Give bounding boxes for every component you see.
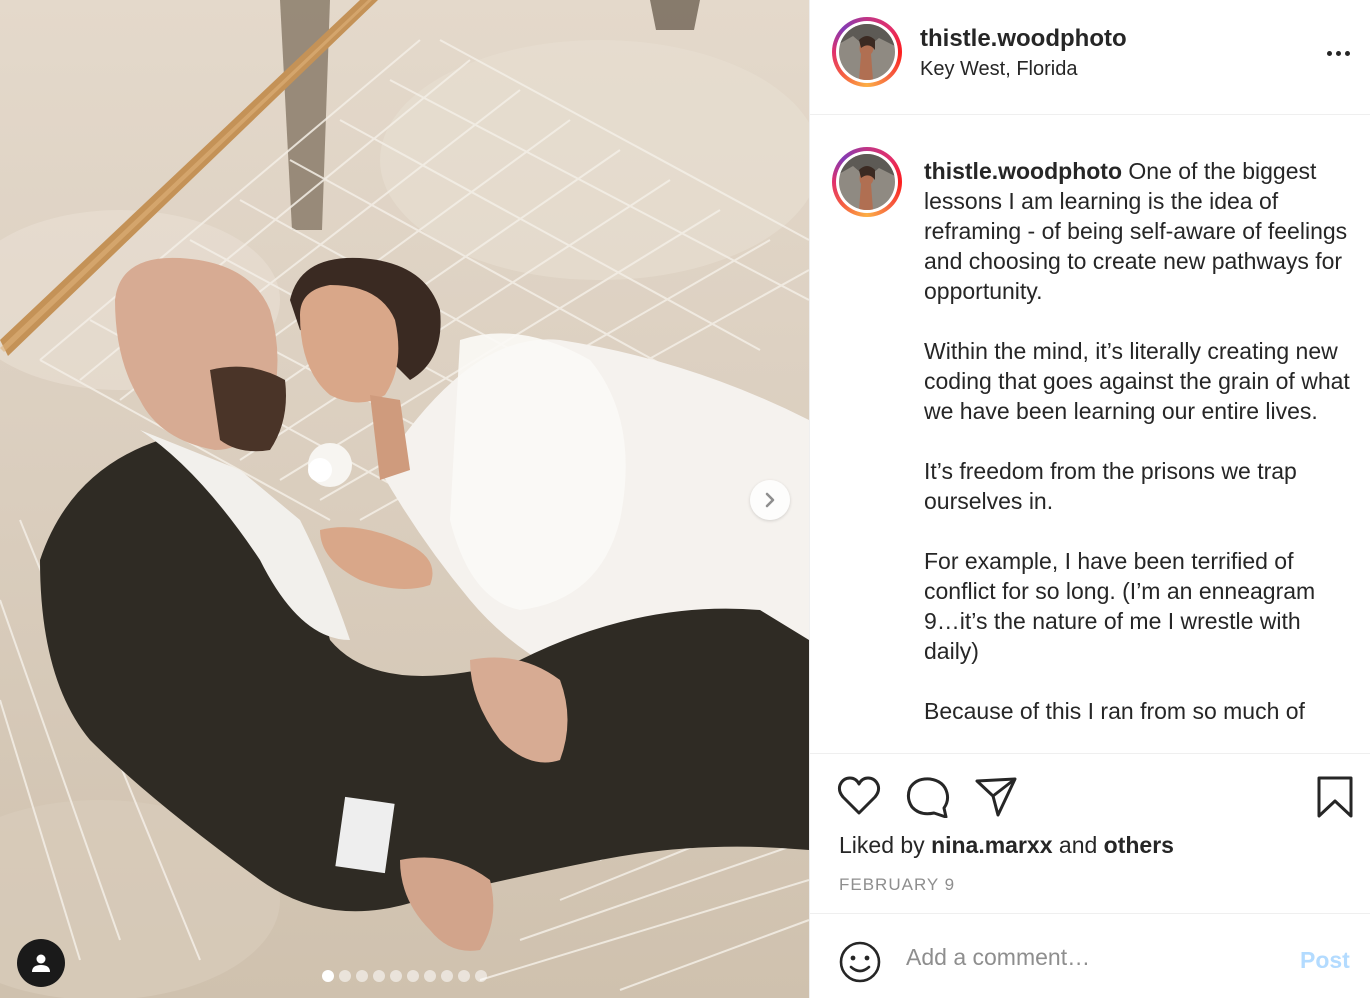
caption-paragraph: For example, I have been terrified of co… bbox=[924, 548, 1316, 664]
carousel-dot bbox=[390, 970, 402, 982]
caption-paragraph: Within the mind, it’s literally creating… bbox=[924, 338, 1350, 424]
comment-input[interactable] bbox=[906, 940, 1286, 974]
caption-avatar[interactable] bbox=[832, 147, 902, 217]
likes-prefix: Liked by bbox=[839, 832, 925, 858]
user-tag-icon bbox=[32, 954, 50, 972]
post-date[interactable]: FEBRUARY 9 bbox=[839, 875, 955, 895]
emoji-button[interactable] bbox=[838, 940, 882, 989]
next-slide-button[interactable] bbox=[750, 480, 790, 520]
carousel-dot bbox=[441, 970, 453, 982]
carousel-dot bbox=[373, 970, 385, 982]
user-tags-button[interactable] bbox=[17, 939, 65, 987]
photo-scene bbox=[0, 0, 809, 998]
save-button[interactable] bbox=[1316, 775, 1354, 824]
carousel-dot bbox=[322, 970, 334, 982]
profile-avatar[interactable] bbox=[832, 17, 902, 87]
liked-by-user-link[interactable]: nina.marxx bbox=[931, 832, 1052, 858]
comment-icon bbox=[906, 777, 950, 819]
caption-username[interactable]: thistle.woodphoto bbox=[924, 158, 1122, 184]
carousel-dot bbox=[424, 970, 436, 982]
chevron-right-icon bbox=[765, 492, 775, 508]
carousel-dot bbox=[458, 970, 470, 982]
carousel-dot bbox=[339, 970, 351, 982]
caption-scroll-area[interactable]: thistle.woodphoto One of the biggest les… bbox=[810, 116, 1370, 753]
carousel-dot bbox=[475, 970, 487, 982]
caption-paragraph: thistle.woodphoto One of the biggest les… bbox=[924, 156, 1356, 306]
like-button[interactable] bbox=[837, 776, 881, 821]
avatar-image bbox=[839, 154, 895, 210]
more-options-icon[interactable] bbox=[1320, 40, 1356, 66]
carousel-dot bbox=[407, 970, 419, 982]
carousel-indicator bbox=[322, 970, 487, 982]
header-location[interactable]: Key West, Florida bbox=[920, 58, 1077, 81]
comment-button[interactable] bbox=[906, 776, 950, 823]
share-icon bbox=[975, 777, 1017, 817]
post-sidebar: thistle.woodphoto Key West, Florida this… bbox=[809, 0, 1370, 998]
emoji-icon bbox=[839, 941, 881, 983]
header-username[interactable]: thistle.woodphoto bbox=[920, 25, 1127, 53]
post-caption: thistle.woodphoto One of the biggest les… bbox=[924, 156, 1356, 753]
likes-joiner: and bbox=[1058, 832, 1098, 858]
caption-paragraph: It’s freedom from the prisons we trap ou… bbox=[924, 458, 1297, 514]
post-comment-button[interactable]: Post bbox=[1300, 947, 1350, 974]
likes-summary: Liked by nina.marxx and others bbox=[839, 832, 1174, 859]
share-button[interactable] bbox=[974, 776, 1018, 823]
post-header: thistle.woodphoto Key West, Florida bbox=[810, 0, 1370, 115]
carousel-dot bbox=[356, 970, 368, 982]
comment-bar: Post bbox=[810, 913, 1370, 998]
likes-others-link[interactable]: others bbox=[1104, 832, 1174, 858]
avatar-image bbox=[839, 24, 895, 80]
bookmark-icon bbox=[1317, 776, 1353, 818]
heart-icon bbox=[837, 776, 881, 815]
post-photo[interactable] bbox=[0, 0, 809, 998]
caption-paragraph: Because of this I ran from so much of bbox=[924, 698, 1305, 724]
post-actions: Liked by nina.marxx and others FEBRUARY … bbox=[810, 753, 1370, 913]
